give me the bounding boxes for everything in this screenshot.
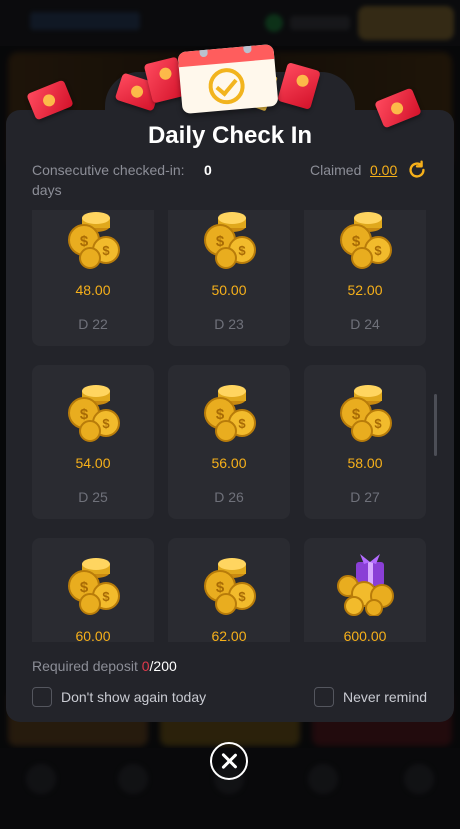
svg-text:$: $ <box>102 243 110 258</box>
svg-text:$: $ <box>238 589 246 604</box>
reward-day: D 27 <box>350 489 380 505</box>
reward-card[interactable]: 600.00D 30 <box>304 538 426 642</box>
reward-card[interactable]: $ $ 50.00 D 23 <box>168 210 290 346</box>
svg-text:$: $ <box>238 243 246 258</box>
svg-text:$: $ <box>374 416 382 431</box>
calendar-check-icon <box>177 43 279 115</box>
svg-text:$: $ <box>374 243 382 258</box>
gift-box-coins-icon <box>332 552 398 617</box>
reward-day: D 26 <box>214 489 244 505</box>
reward-card[interactable]: $ $ 52.00 D 24 <box>304 210 426 346</box>
dont-show-again-label: Don't show again today <box>61 689 207 705</box>
svg-text:$: $ <box>102 589 110 604</box>
dont-show-again-checkbox[interactable]: Don't show again today <box>32 687 206 707</box>
required-deposit-current: 0 <box>141 658 150 674</box>
reward-day: D 22 <box>78 316 108 332</box>
reward-card[interactable]: $ $ 58.00 D 27 <box>304 365 426 519</box>
svg-text:$: $ <box>102 416 110 431</box>
reward-card[interactable]: $ $ 56.00 D 26 <box>168 365 290 519</box>
daily-check-in-modal: Daily Check In Consecutive checked-in: 0… <box>6 110 454 722</box>
rewards-grid[interactable]: $ $ 48.00 D 22 $ $ 50.00 D 23 $ $ 52.00 D 2… <box>32 210 428 642</box>
checkbox-box[interactable] <box>32 687 52 707</box>
reward-day: D 23 <box>214 316 244 332</box>
reward-amount: 56.00 <box>211 455 247 471</box>
gold-coins-icon: $ $ <box>60 210 126 270</box>
consecutive-label: Consecutive checked-in: <box>32 162 185 178</box>
reward-card[interactable]: $ $ 60.00D 28 <box>32 538 154 642</box>
never-remind-checkbox[interactable]: Never remind <box>314 687 427 707</box>
gold-coins-icon: $ $ <box>60 552 126 616</box>
scrollbar[interactable] <box>434 394 437 456</box>
reward-day: D 25 <box>78 489 108 505</box>
claimed-value[interactable]: 0.00 <box>370 160 397 180</box>
consecutive-value: 0 <box>204 162 212 178</box>
reward-amount: 52.00 <box>347 282 383 298</box>
reward-amount: 54.00 <box>75 455 111 471</box>
gold-coins-icon: $ $ <box>196 379 262 443</box>
reward-amount: 62.00 <box>211 628 247 642</box>
gold-coins-icon: $ $ <box>196 552 262 616</box>
required-deposit: Required deposit 0/200 <box>32 658 177 674</box>
reward-amount: 600.00 <box>343 628 387 642</box>
never-remind-label: Never remind <box>343 689 428 705</box>
claimed-label: Claimed <box>310 162 362 178</box>
reward-amount: 60.00 <box>75 628 111 642</box>
svg-text:$: $ <box>238 416 246 431</box>
required-deposit-total: /200 <box>149 658 177 674</box>
reward-card[interactable]: $ $ 48.00 D 22 <box>32 210 154 346</box>
reward-amount: 58.00 <box>347 455 383 471</box>
refresh-icon[interactable] <box>406 159 428 181</box>
reward-card[interactable]: $ $ 62.00D 29 <box>168 538 290 642</box>
gold-coins-icon: $ $ <box>332 210 398 270</box>
consecutive-unit: days <box>32 182 62 198</box>
reward-day: D 24 <box>350 316 380 332</box>
gold-coins-icon: $ $ <box>332 379 398 443</box>
gold-coins-icon: $ $ <box>60 379 126 443</box>
reward-amount: 48.00 <box>75 282 111 298</box>
reward-card[interactable]: $ $ 54.00 D 25 <box>32 365 154 519</box>
required-deposit-label: Required deposit <box>32 658 138 674</box>
reward-amount: 50.00 <box>211 282 247 298</box>
gold-coins-icon: $ $ <box>196 210 262 270</box>
checkbox-box[interactable] <box>314 687 334 707</box>
close-button[interactable] <box>210 742 248 780</box>
